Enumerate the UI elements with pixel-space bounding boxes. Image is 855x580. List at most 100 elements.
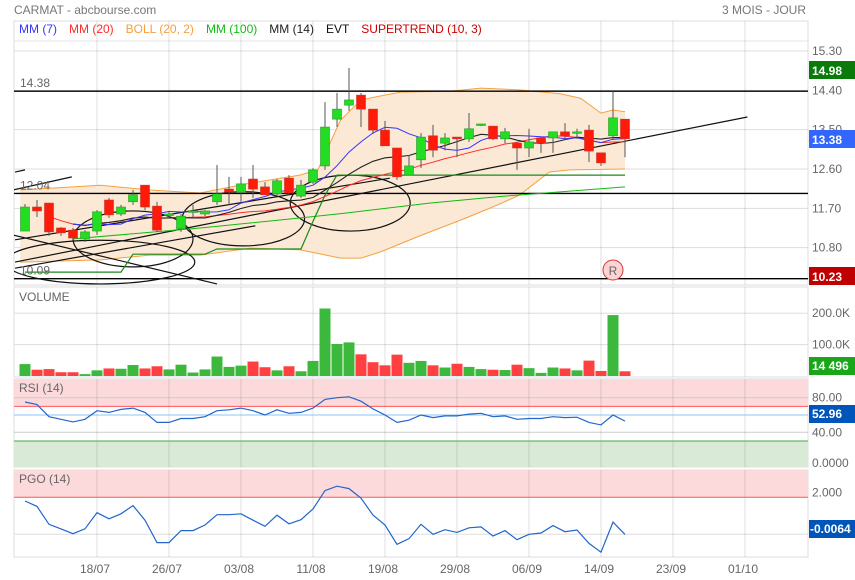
volume-bar[interactable] [451, 363, 463, 376]
volume-bar[interactable] [559, 368, 571, 376]
volume-bar[interactable] [583, 360, 595, 376]
volume-bar[interactable] [427, 365, 439, 376]
candle[interactable] [392, 147, 402, 180]
volume-bar[interactable] [511, 364, 523, 376]
volume-bar[interactable] [535, 372, 547, 376]
volume-bar[interactable] [331, 343, 343, 376]
rsi-badge-label: 52.96 [812, 407, 842, 421]
date-tick-label: 29/08 [440, 562, 470, 576]
candle-body-up [164, 213, 174, 216]
volume-bar[interactable] [199, 369, 211, 376]
volume-bar[interactable] [295, 371, 307, 376]
candle[interactable] [272, 179, 282, 197]
volume-bar[interactable] [487, 369, 499, 376]
volume-bar[interactable] [439, 367, 451, 376]
event-marker-label: R [609, 264, 618, 278]
volume-bar[interactable] [115, 368, 127, 376]
legend-item[interactable]: MM (20) [69, 22, 114, 36]
pgo-overbought-zone [14, 470, 808, 498]
price-badge-label: 10.23 [812, 270, 842, 284]
legend-item[interactable]: MM (100) [206, 22, 257, 36]
legend-item[interactable]: SUPERTREND (10, 3) [361, 22, 481, 36]
candle-body-up [476, 123, 486, 126]
price-tick-label: 11.70 [812, 201, 841, 215]
volume-bar[interactable] [91, 370, 103, 376]
volume-bar[interactable] [319, 308, 331, 376]
volume-bar[interactable] [403, 362, 415, 376]
volume-bar[interactable] [307, 360, 319, 376]
volume-bar[interactable] [139, 368, 151, 376]
volume-bar[interactable] [127, 365, 139, 376]
volume-bar[interactable] [547, 367, 559, 376]
rsi-oversold-zone [14, 440, 808, 467]
date-tick-label: 06/09 [512, 562, 542, 576]
event-marker-r[interactable]: R [602, 259, 624, 281]
candle-body-down [452, 136, 462, 140]
volume-bar[interactable] [175, 364, 187, 376]
volume-bar[interactable] [103, 368, 115, 376]
volume-bar[interactable] [463, 366, 475, 376]
candle[interactable] [44, 202, 54, 236]
candle[interactable] [20, 203, 30, 232]
volume-bar[interactable] [19, 364, 31, 376]
date-tick-label: 01/10 [728, 562, 758, 576]
pgo-title: PGO (14) [19, 472, 70, 486]
legend-item[interactable]: BOLL (20, 2) [126, 22, 194, 36]
volume-bar[interactable] [163, 369, 175, 376]
volume-bar[interactable] [211, 356, 223, 376]
candle-body-down [104, 199, 114, 216]
date-tick-label: 26/07 [152, 562, 182, 576]
volume-bar[interactable] [355, 354, 367, 376]
date-tick-label: 14/09 [584, 562, 614, 576]
volume-bar[interactable] [43, 369, 55, 376]
volume-bar[interactable] [259, 367, 271, 376]
volume-bar[interactable] [343, 342, 355, 376]
candle-body-up [404, 165, 414, 176]
volume-bar[interactable] [391, 354, 403, 376]
candle[interactable] [140, 184, 150, 211]
candle[interactable] [152, 201, 162, 232]
candle-body-up [80, 231, 90, 240]
volume-bar[interactable] [55, 372, 67, 376]
volume-bar[interactable] [283, 366, 295, 376]
volume-bar[interactable] [595, 370, 607, 376]
volume-bar[interactable] [79, 374, 91, 376]
legend-item[interactable]: MM (14) [269, 22, 314, 36]
candle-body-up [116, 206, 126, 215]
volume-bar[interactable] [235, 365, 247, 376]
candle-body-up [416, 136, 426, 161]
candle-body-down [356, 94, 366, 110]
volume-bar[interactable] [607, 315, 619, 376]
candle-body-up [464, 128, 474, 140]
legend-item[interactable]: EVT [326, 22, 350, 36]
candle[interactable] [308, 168, 318, 184]
volume-bar[interactable] [619, 371, 631, 376]
volume-bar[interactable] [523, 368, 535, 376]
candle[interactable] [104, 197, 114, 218]
volume-bar[interactable] [571, 370, 583, 376]
candle-body-down [68, 229, 78, 239]
volume-bar[interactable] [499, 370, 511, 376]
volume-bar[interactable] [223, 366, 235, 376]
candle-body-down [536, 137, 546, 144]
volume-bar[interactable] [415, 360, 427, 376]
rsi-overbought-zone [14, 379, 808, 407]
stock-chart[interactable]: MM (7) MM (20) BOLL (20, 2) MM (100) MM (14)… [0, 0, 855, 580]
candle[interactable] [284, 175, 294, 195]
volume-bar[interactable] [187, 372, 199, 376]
candle[interactable] [488, 125, 498, 141]
volume-bar[interactable] [379, 365, 391, 376]
legend-item[interactable]: MM (7) [19, 22, 57, 36]
volume-bar[interactable] [67, 372, 79, 376]
volume-bar[interactable] [475, 369, 487, 376]
volume-bar[interactable] [151, 366, 163, 376]
volume-bar[interactable] [367, 362, 379, 376]
volume-bar[interactable] [31, 369, 43, 376]
candle-body-down [224, 188, 234, 193]
candle[interactable] [368, 108, 378, 135]
level-label: 10.09 [20, 264, 50, 278]
candle-body-up [572, 131, 582, 134]
volume-bar[interactable] [271, 370, 283, 376]
candle[interactable] [92, 210, 102, 235]
volume-bar[interactable] [247, 361, 259, 376]
